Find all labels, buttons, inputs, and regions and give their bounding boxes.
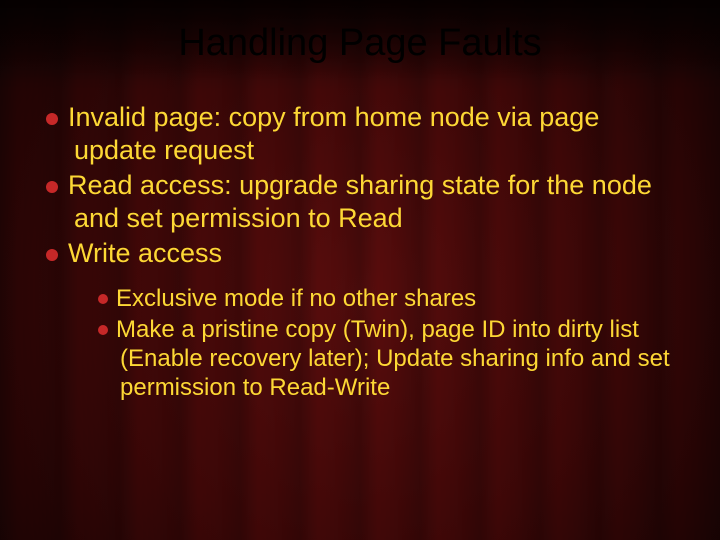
bullet-text: Exclusive mode if no other shares xyxy=(116,285,476,312)
list-item: Exclusive mode if no other shares xyxy=(98,284,674,313)
list-item: Read access: upgrade sharing state for t… xyxy=(46,169,674,235)
bullet-icon xyxy=(46,113,58,125)
bullet-icon xyxy=(98,294,108,304)
slide-body: Invalid page: copy from home node via pa… xyxy=(40,101,680,403)
bullet-list-level-1: Invalid page: copy from home node via pa… xyxy=(40,101,680,403)
slide: Handling Page Faults Invalid page: copy … xyxy=(0,0,720,540)
list-item: Invalid page: copy from home node via pa… xyxy=(46,101,674,167)
bullet-text: Make a pristine copy (Twin), page ID int… xyxy=(116,316,670,402)
list-item: Write access Exclusive mode if no other … xyxy=(46,237,674,403)
list-item: Make a pristine copy (Twin), page ID int… xyxy=(98,315,674,403)
bullet-text: Read access: upgrade sharing state for t… xyxy=(68,170,652,233)
bullet-list-level-2: Exclusive mode if no other shares Make a… xyxy=(74,284,674,403)
bullet-text: Invalid page: copy from home node via pa… xyxy=(68,102,599,165)
bullet-icon xyxy=(46,249,58,261)
bullet-icon xyxy=(46,181,58,193)
bullet-text: Write access xyxy=(68,238,222,268)
bullet-icon xyxy=(98,325,108,335)
slide-title: Handling Page Faults xyxy=(40,22,680,65)
